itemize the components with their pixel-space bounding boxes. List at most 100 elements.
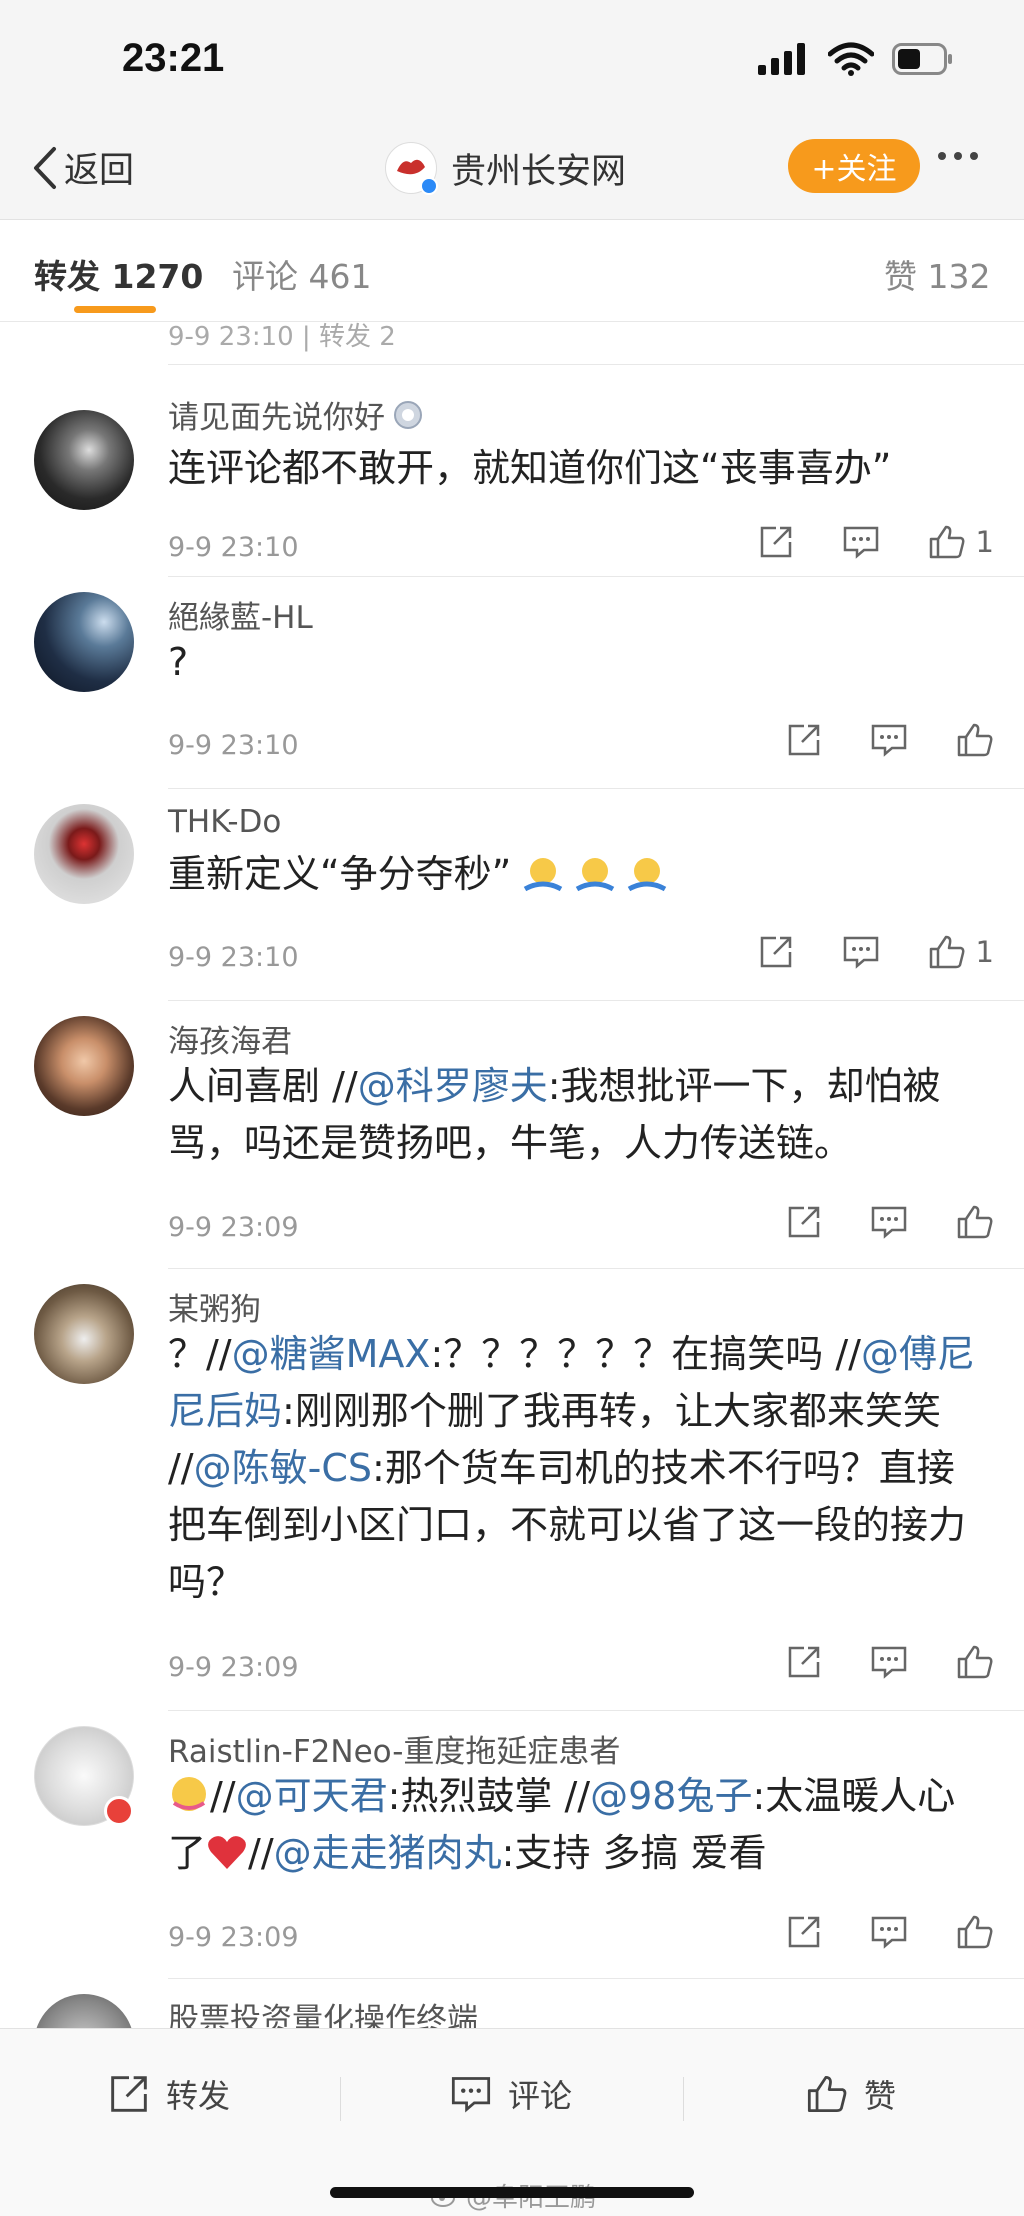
comment-button[interactable] — [842, 934, 880, 970]
username[interactable]: THK-Do — [168, 804, 281, 840]
like-button[interactable] — [956, 1204, 994, 1240]
chevron-left-icon — [34, 146, 56, 189]
username[interactable]: 请见面先说你好 — [168, 392, 423, 437]
divider — [168, 1710, 1024, 1711]
tab-reposts[interactable]: 转发 1270 — [34, 250, 203, 298]
account-header[interactable]: 贵州长安网 — [385, 142, 626, 195]
mention-link[interactable]: @陈敏-CS — [194, 1446, 372, 1490]
mention-link[interactable]: @糖酱MAX — [232, 1332, 431, 1376]
shrug-emoji-icon — [524, 857, 563, 891]
thumbs-up-icon — [957, 723, 993, 757]
comment-icon — [843, 526, 878, 559]
divider — [168, 576, 1024, 577]
mention-link[interactable]: @98兔子 — [590, 1774, 752, 1818]
comment-icon — [871, 724, 907, 757]
back-button[interactable]: 返回 — [30, 142, 134, 193]
timestamp: 9-9 23:10 — [168, 942, 299, 973]
username[interactable]: 某粥狗 — [168, 1284, 261, 1329]
divider — [168, 1268, 1024, 1269]
avatar[interactable] — [34, 804, 134, 904]
share-icon — [760, 526, 791, 558]
share-icon — [788, 1646, 820, 1678]
comment-icon — [843, 936, 878, 969]
timestamp: 9-9 23:10 — [168, 730, 299, 761]
avatar[interactable] — [34, 1284, 134, 1384]
back-label: 返回 — [64, 151, 135, 191]
mention-link[interactable]: @可天君 — [236, 1774, 388, 1818]
thumbs-up-icon — [807, 2076, 847, 2112]
username[interactable]: Raistlin-F2Neo-重度拖延症患者 — [168, 1726, 620, 1771]
bottom-action-bar: 转发 评论 赞 @阜阳王鹏 — [0, 2028, 1024, 2216]
like-count: 1 — [975, 935, 994, 969]
share-icon — [111, 2076, 147, 2112]
repost-button[interactable]: 转发 — [108, 2071, 230, 2117]
like-button[interactable]: 赞 — [806, 2071, 896, 2117]
timestamp: 9-9 23:09 — [168, 1212, 299, 1243]
like-button[interactable]: 1 — [928, 934, 994, 970]
wifi-icon — [828, 42, 874, 76]
timestamp: 9-9 23:09 — [168, 1922, 299, 1953]
avatar[interactable] — [34, 592, 134, 692]
action-row — [738, 1914, 994, 1950]
share-button[interactable] — [758, 934, 794, 970]
username[interactable]: 股票投资量化操作终端 — [168, 1994, 478, 2028]
share-button[interactable] — [786, 1644, 822, 1680]
action-row — [738, 722, 994, 758]
avatar[interactable] — [34, 410, 134, 510]
status-icons — [758, 42, 954, 76]
divider — [168, 788, 1024, 789]
tab-comments[interactable]: 评论 461 — [232, 250, 371, 298]
comment-button[interactable]: 评论 — [450, 2071, 572, 2117]
avatar[interactable] — [34, 1994, 134, 2028]
share-icon — [788, 1916, 820, 1948]
like-button[interactable] — [956, 722, 994, 758]
share-button[interactable] — [786, 1204, 822, 1240]
comment-button[interactable] — [870, 1204, 908, 1240]
divider — [168, 1000, 1024, 1001]
share-button[interactable] — [786, 722, 822, 758]
mention-link[interactable]: @科罗廖夫 — [358, 1064, 548, 1108]
mention-link[interactable]: @走走猪肉丸 — [274, 1831, 502, 1875]
comment-text: 重新定义“争分夺秒” — [168, 846, 988, 903]
comment-button[interactable] — [870, 1644, 908, 1680]
comment-button[interactable] — [870, 722, 908, 758]
shrug-emoji-icon — [628, 857, 667, 891]
avatar[interactable] — [34, 1016, 134, 1116]
like-button[interactable]: 1 — [928, 524, 994, 560]
timestamp: 9-9 23:09 — [168, 1652, 299, 1683]
previous-item-meta: 9-9 23:10 | 转发 2 — [168, 322, 396, 352]
like-button[interactable] — [956, 1644, 994, 1680]
separator — [683, 2077, 684, 2121]
comment-button[interactable] — [842, 524, 880, 560]
like-count: 1 — [975, 525, 994, 559]
comment-text: //@可天君:热烈鼓掌 //@98兔子:太温暖人心了//@走走猪肉丸:支持 多搞… — [168, 1774, 956, 1875]
thumbs-up-icon — [929, 525, 965, 559]
signal-icon — [758, 43, 805, 75]
like-button[interactable] — [956, 1914, 994, 1950]
share-button[interactable] — [786, 1914, 822, 1950]
share-button[interactable] — [758, 524, 794, 560]
verified-icon — [420, 177, 438, 195]
tab-likes[interactable]: 赞 132 — [884, 250, 990, 298]
share-icon — [760, 936, 791, 968]
follow-button[interactable]: +关注 — [788, 139, 920, 193]
thumbs-up-icon — [957, 1205, 993, 1239]
more-options-icon[interactable] — [938, 152, 978, 160]
username[interactable]: 海孩海君 — [168, 1016, 292, 1061]
comment-text: ? — [168, 640, 189, 684]
comment-text: 连评论都不敢开，就知道你们这“丧事喜办” — [168, 446, 892, 490]
username[interactable]: 絕緣藍-HL — [168, 592, 313, 637]
comment-button[interactable] — [870, 1914, 908, 1950]
thumbs-up-icon — [929, 935, 965, 969]
heart-icon — [208, 1836, 246, 1869]
thumbs-up-icon — [957, 1645, 993, 1679]
kiss-emoji-icon — [172, 1777, 206, 1811]
share-icon — [788, 1206, 820, 1238]
home-indicator — [330, 2187, 694, 2198]
divider — [168, 1978, 1024, 1979]
comment-text: ？//@糖酱MAX:？？？？？？在搞笑吗 //@傅尼尼后妈:刚刚那个删了我再转，… — [168, 1332, 975, 1604]
verified-badge — [104, 1796, 134, 1826]
tab-bar: 转发 1270 评论 461 赞 132 — [0, 220, 1024, 322]
status-bar: 23:21 — [0, 0, 1024, 120]
comment-text: 人间喜剧 //@科罗廖夫:我想批评一下，却怕被骂，吗还是赞扬吧，牛笔，人力传送链… — [168, 1064, 941, 1165]
